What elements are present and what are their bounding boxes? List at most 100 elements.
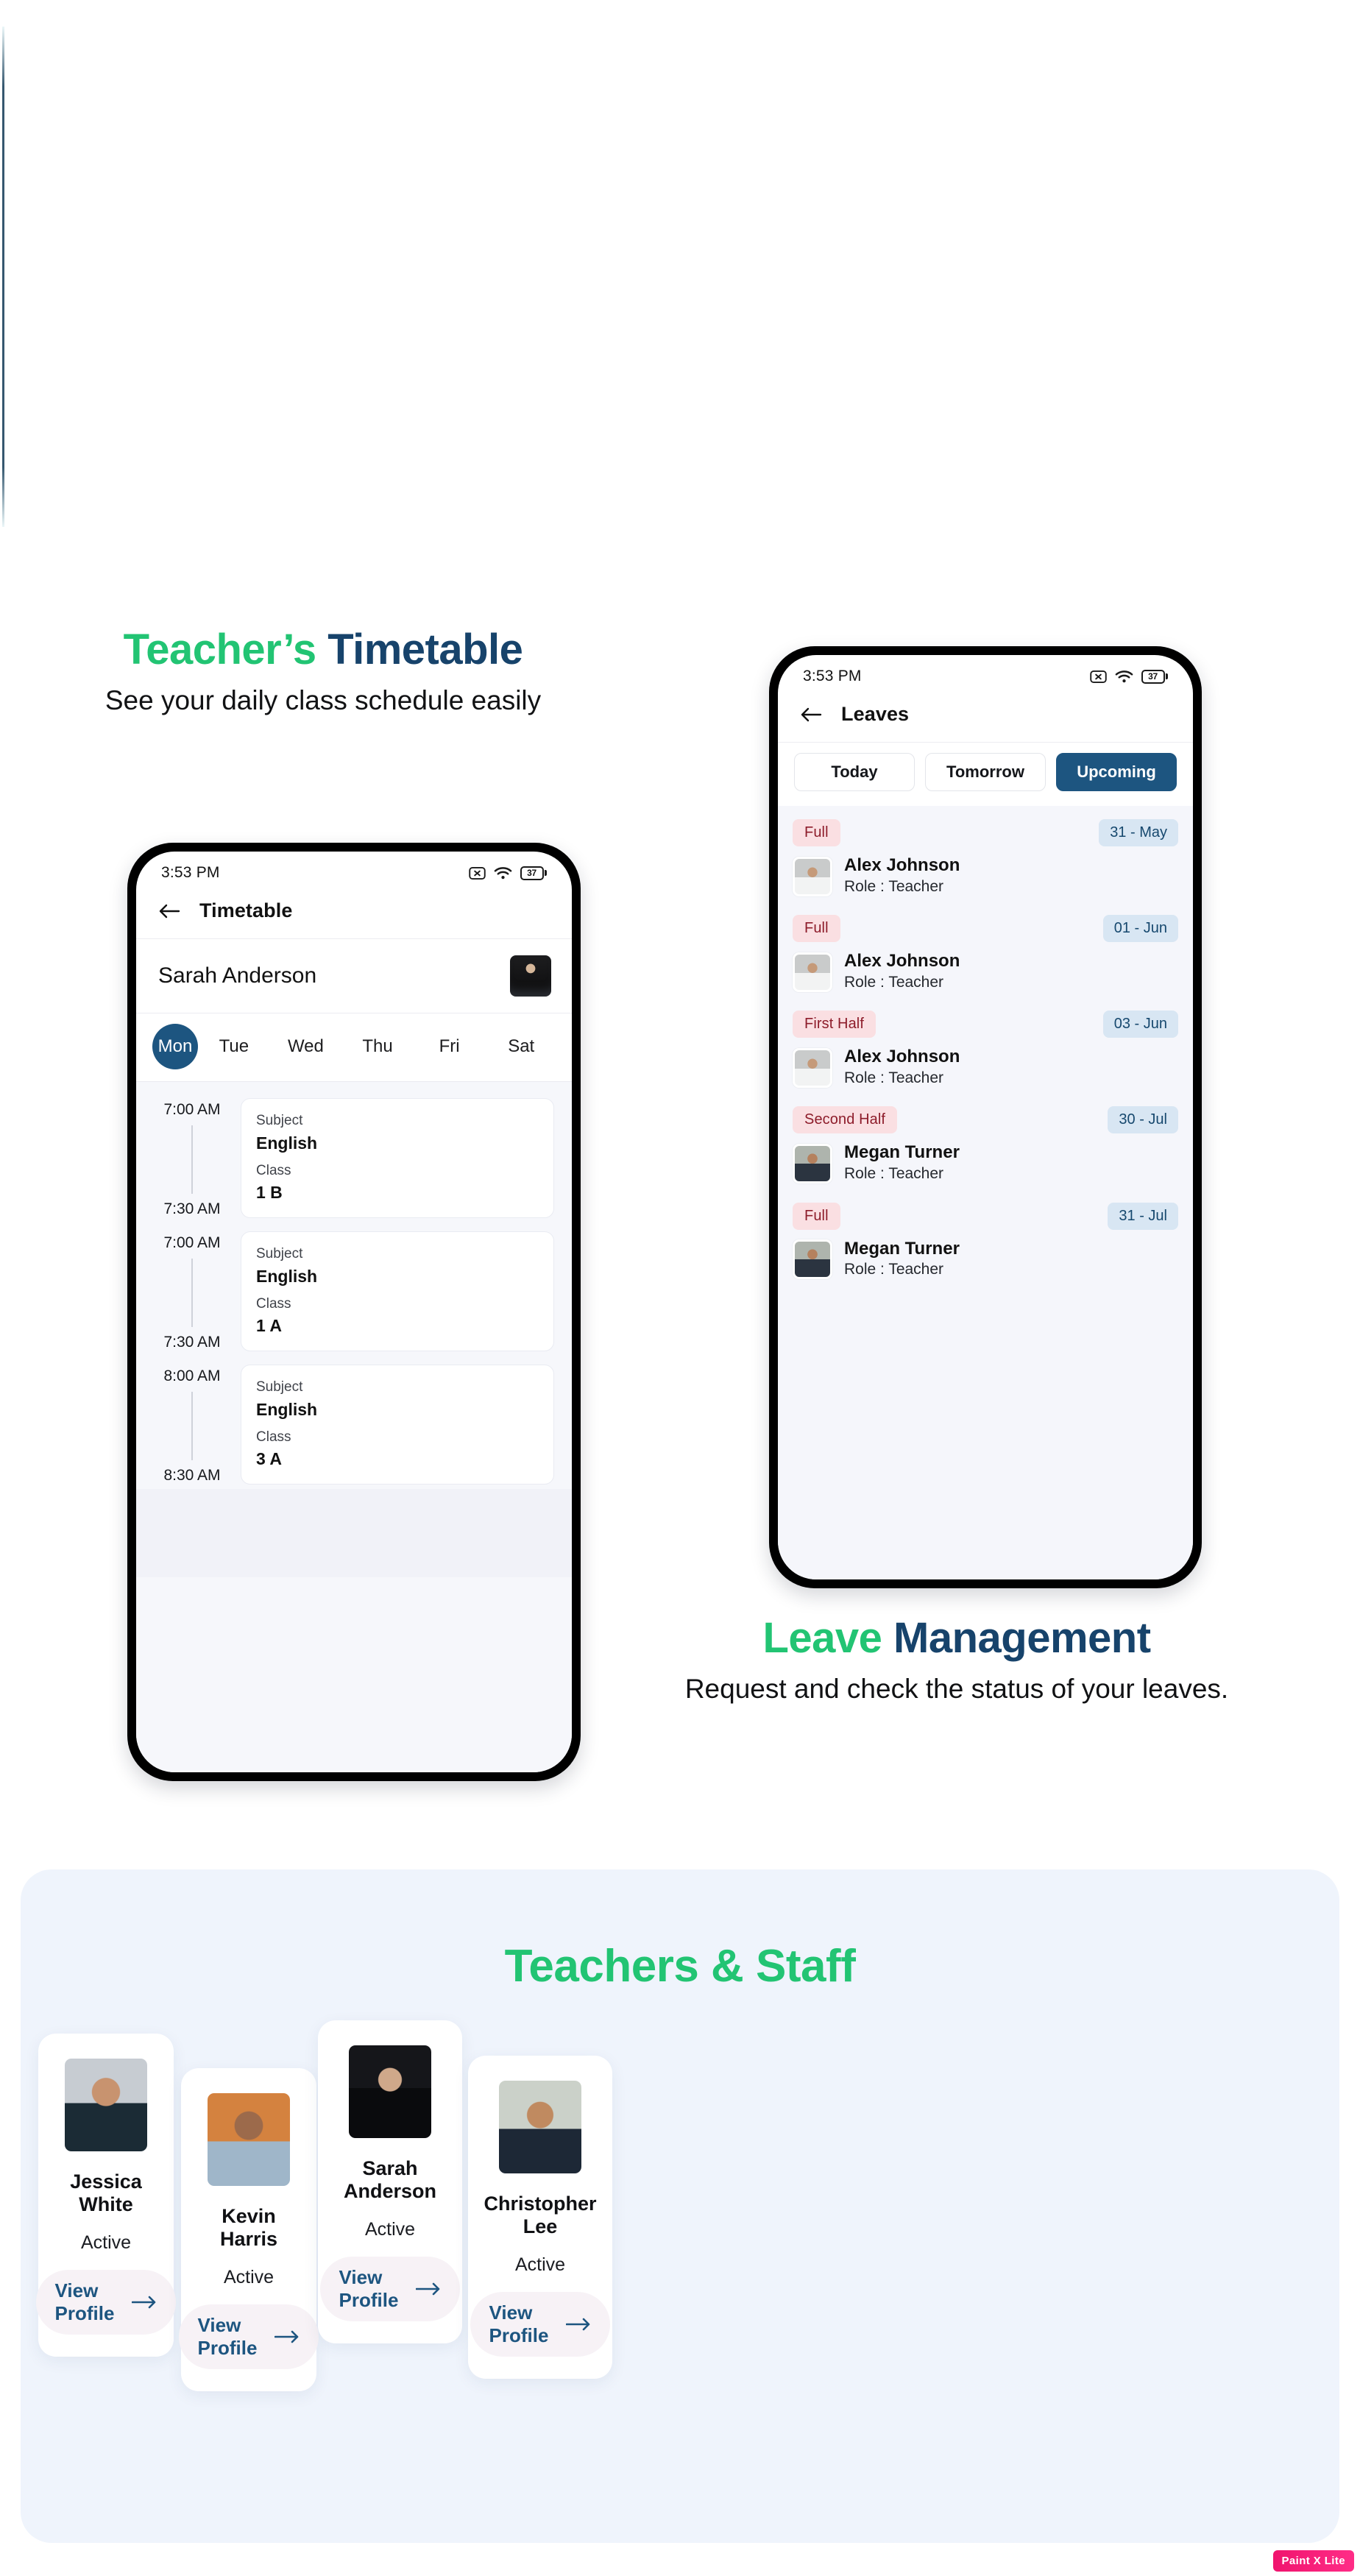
class-value: 3 A xyxy=(256,1449,282,1469)
staff-card[interactable]: Jessica White Active View Profile xyxy=(35,2034,177,2357)
timetable-headline-rest: Timetable xyxy=(316,626,523,673)
class-label: Class xyxy=(256,1295,291,1312)
schedule-row[interactable]: 7:00 AM 7:30 AM Subject English Class 1 … xyxy=(136,1089,572,1222)
schedule-card: Subject English Class 1 B xyxy=(241,1098,554,1219)
leaves-list: Full 31 - May Alex Johnson Role : Teache… xyxy=(778,806,1193,1579)
staff-card[interactable]: Sarah Anderson Active View Profile xyxy=(318,2020,462,2343)
day-tab-sat[interactable]: Sat xyxy=(485,1032,557,1061)
tab-today[interactable]: Today xyxy=(794,753,915,791)
leaves-headline-accent: Leave xyxy=(762,1614,882,1662)
status-bar: 3:53 PM 37 xyxy=(136,852,572,889)
tab-upcoming[interactable]: Upcoming xyxy=(1056,753,1177,791)
view-profile-button[interactable]: View Profile xyxy=(35,2270,177,2335)
person-name: Alex Johnson xyxy=(844,951,960,972)
leaves-text-block: Leave Management Request and check the s… xyxy=(662,1616,1251,1706)
timetable-headline: Teacher’s Timetable xyxy=(32,627,614,672)
staff-card-grid: Jessica White Active View Profile Kevin … xyxy=(21,1869,1339,2543)
list-item[interactable]: First Half 03 - Jun Alex Johnson Role : … xyxy=(791,1008,1180,1103)
schedule-card: Subject English Class 1 A xyxy=(241,1231,554,1352)
wifi-icon xyxy=(1115,669,1133,684)
avatar xyxy=(793,1047,832,1088)
day-tab-thu[interactable]: Thu xyxy=(341,1032,414,1061)
status-badge: Active xyxy=(80,2232,132,2253)
staff-name: Christopher Lee xyxy=(484,2193,597,2237)
view-profile-button[interactable]: View Profile xyxy=(470,2292,611,2357)
avatar xyxy=(208,2093,290,2186)
timetable-phone-screen: 3:53 PM 37 Timetable Sarah Anderson Mon … xyxy=(136,852,572,1772)
staff-card[interactable]: Kevin Harris Active View Profile xyxy=(178,2068,319,2391)
wifi-icon xyxy=(494,866,512,880)
class-label: Class xyxy=(256,1162,291,1178)
class-value: 1 A xyxy=(256,1316,282,1336)
tab-tomorrow[interactable]: Tomorrow xyxy=(925,753,1046,791)
battery-nub xyxy=(1166,673,1168,679)
avatar xyxy=(65,2059,147,2151)
view-profile-button[interactable]: View Profile xyxy=(319,2257,461,2321)
arrow-right-icon xyxy=(132,2296,157,2309)
view-profile-button[interactable]: View Profile xyxy=(178,2304,319,2369)
status-icon-group: 37 xyxy=(1089,669,1168,684)
avatar xyxy=(793,1143,832,1183)
status-badge: Second Half xyxy=(793,1106,898,1134)
avatar xyxy=(793,856,832,896)
day-tab-wed[interactable]: Wed xyxy=(270,1032,342,1061)
leave-person-text: Megan Turner Role : Teacher xyxy=(844,1239,960,1281)
teachers-staff-panel: Teachers & Staff Jessica White Active Vi… xyxy=(21,1869,1339,2543)
subject-label: Subject xyxy=(256,1379,303,1395)
timetable-appbar: Timetable xyxy=(136,889,572,939)
status-icon-group: 37 xyxy=(468,866,547,880)
battery-icon: 37 xyxy=(520,866,547,880)
schedule-start-time: 8:00 AM xyxy=(163,1367,221,1385)
page-title: Leaves xyxy=(841,703,910,725)
day-tab-tue[interactable]: Tue xyxy=(198,1032,270,1061)
date-badge: 31 - Jul xyxy=(1108,1202,1178,1230)
timetable-phone-frame: 3:53 PM 37 Timetable Sarah Anderson Mon … xyxy=(127,843,581,1781)
status-badge: Full xyxy=(793,819,840,846)
person-name: Alex Johnson xyxy=(844,855,960,875)
status-badge: Active xyxy=(223,2267,275,2287)
back-arrow-icon[interactable] xyxy=(800,706,822,723)
battery-nub xyxy=(545,870,547,876)
schedule-row[interactable]: 7:00 AM 7:30 AM Subject English Class 1 … xyxy=(136,1222,572,1356)
avatar xyxy=(499,2081,581,2173)
day-tab-fri[interactable]: Fri xyxy=(414,1032,486,1061)
schedule-start-time: 7:00 AM xyxy=(163,1101,221,1118)
person-role: Role : Teacher xyxy=(844,877,944,895)
subject-value: English xyxy=(256,1266,318,1286)
list-item[interactable]: Second Half 30 - Jul Megan Turner Role :… xyxy=(791,1103,1180,1199)
person-role: Role : Teacher xyxy=(844,1261,944,1278)
list-item[interactable]: Full 31 - Jul Megan Turner Role : Teache… xyxy=(791,1200,1180,1295)
list-item[interactable]: Full 31 - May Alex Johnson Role : Teache… xyxy=(791,816,1180,912)
leave-person-text: Megan Turner Role : Teacher xyxy=(844,1142,960,1184)
date-badge: 31 - May xyxy=(1099,819,1178,846)
leave-person: Alex Johnson Role : Teacher xyxy=(793,855,1178,897)
list-item[interactable]: Full 01 - Jun Alex Johnson Role : Teache… xyxy=(791,912,1180,1008)
leave-person-text: Alex Johnson Role : Teacher xyxy=(844,951,960,993)
day-selector: Mon Tue Wed Thu Fri Sat xyxy=(136,1013,572,1081)
leaves-phone-frame: 3:53 PM 37 Leaves Today Tomorrow Upcomin… xyxy=(769,646,1202,1588)
leave-person: Megan Turner Role : Teacher xyxy=(793,1239,1178,1281)
schedule-start-time: 7:00 AM xyxy=(163,1234,221,1252)
left-edge-rule xyxy=(2,26,4,527)
leave-item-header: Second Half 30 - Jul xyxy=(793,1106,1178,1134)
subject-value: English xyxy=(256,1133,318,1153)
schedule-time-column: 8:00 AM 8:30 AM xyxy=(144,1365,241,1485)
staff-card[interactable]: Christopher Lee Active View Profile xyxy=(468,2056,612,2379)
day-tab-mon[interactable]: Mon xyxy=(152,1024,199,1069)
leaves-phone-screen: 3:53 PM 37 Leaves Today Tomorrow Upcomin… xyxy=(778,655,1193,1579)
schedule-end-time: 8:30 AM xyxy=(163,1467,221,1485)
avatar xyxy=(349,2045,431,2138)
leaves-filter-tabs: Today Tomorrow Upcoming xyxy=(778,743,1193,806)
status-badge: Full xyxy=(793,1202,840,1230)
timetable-headline-accent: Teacher’s xyxy=(123,626,317,673)
battery-level: 37 xyxy=(520,866,544,880)
class-label: Class xyxy=(256,1429,291,1445)
schedule-card: Subject English Class 3 A xyxy=(241,1365,554,1485)
arrow-right-icon xyxy=(566,2318,591,2331)
leave-person: Alex Johnson Role : Teacher xyxy=(793,1047,1178,1089)
subject-value: English xyxy=(256,1399,318,1419)
back-arrow-icon[interactable] xyxy=(158,902,180,920)
teacher-name: Sarah Anderson xyxy=(158,963,317,988)
avatar xyxy=(510,955,551,997)
schedule-row[interactable]: 8:00 AM 8:30 AM Subject English Class 3 … xyxy=(136,1356,572,1489)
